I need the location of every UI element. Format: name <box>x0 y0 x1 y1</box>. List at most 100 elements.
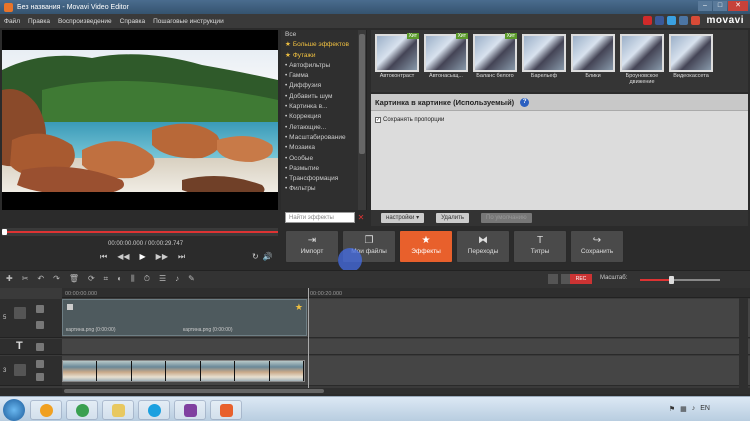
rotate-icon[interactable]: ⟳ <box>88 274 95 284</box>
facebook-icon[interactable] <box>654 16 664 25</box>
category-item[interactable]: • Летающие... <box>281 123 366 133</box>
menu-tutorials[interactable]: Пошаговые инструкции <box>153 18 224 25</box>
video-lane[interactable]: ★ картина.png (0:00:00) картина.png (0:0… <box>62 299 750 338</box>
progress-handle[interactable] <box>2 229 7 235</box>
taskbar-app[interactable] <box>210 400 242 420</box>
lock-icon[interactable] <box>36 305 44 313</box>
playback-progress[interactable] <box>2 228 278 236</box>
taskbar-app[interactable] <box>30 400 62 420</box>
close-button[interactable]: ✕ <box>728 1 748 11</box>
menu-file[interactable]: Файл <box>4 18 20 25</box>
category-item[interactable]: • Гамма <box>281 71 366 81</box>
crop-icon[interactable]: ⌗ <box>104 274 109 284</box>
checkbox-icon[interactable]: ✓ <box>375 117 381 123</box>
effect-thumb[interactable]: Хит Автоконтраст <box>375 33 422 90</box>
lock-icon[interactable] <box>36 360 44 368</box>
effect-thumb[interactable]: Барельеф <box>522 34 569 90</box>
step-forward-icon[interactable]: ▶▶ <box>156 252 168 262</box>
step-back-icon[interactable]: ◀◀ <box>117 252 129 262</box>
help-icon[interactable]: ? <box>520 97 530 107</box>
category-item[interactable]: • Мозаика <box>281 143 366 153</box>
visibility-icon[interactable] <box>36 373 44 381</box>
timeline-horizontal-scrollbar[interactable] <box>62 388 750 394</box>
maximize-button[interactable]: □ <box>713 1 727 11</box>
effect-thumb[interactable]: Видеокассета <box>669 34 716 90</box>
titles-button[interactable]: T Титры <box>513 230 567 263</box>
google-plus-icon[interactable] <box>690 16 700 25</box>
volume-icon[interactable]: 🔊 <box>263 252 273 261</box>
play-icon[interactable]: ▶ <box>140 252 146 262</box>
skip-forward-icon[interactable]: ⏭ <box>178 252 185 262</box>
delete-icon[interactable]: 🗑 <box>69 274 79 284</box>
category-item[interactable]: • Автофильтры <box>281 61 366 71</box>
category-item[interactable]: • Трансформация <box>281 174 366 184</box>
save-button[interactable]: ↪ Сохранить <box>570 230 624 263</box>
properties-icon[interactable]: ☰ <box>159 274 166 284</box>
effects-button[interactable]: ★ Эффекты <box>399 230 453 263</box>
menu-edit[interactable]: Правка <box>28 18 50 25</box>
effect-thumb[interactable]: Броуновское движение <box>620 34 667 90</box>
timeline-vertical-scrollbar[interactable] <box>739 298 748 388</box>
zoom-slider-handle[interactable] <box>669 276 674 284</box>
category-item[interactable]: • Диффузия <box>281 81 366 91</box>
category-item[interactable]: • Добавить шум <box>281 92 366 102</box>
redo-icon[interactable]: ↷ <box>53 274 60 284</box>
cut-icon[interactable]: ✂ <box>22 274 29 284</box>
category-item[interactable]: • Особые <box>281 154 366 164</box>
time-ruler[interactable]: 00:00:00.000 00:00:20.000 <box>62 288 750 298</box>
visibility-icon[interactable] <box>36 321 44 329</box>
category-item[interactable]: • Размытие <box>281 164 366 174</box>
minimize-button[interactable]: – <box>698 1 712 11</box>
titles-lane[interactable] <box>62 339 750 355</box>
view-button[interactable] <box>548 274 558 284</box>
overlay-clip[interactable]: ★ картина.png (0:00:00) картина.png (0:0… <box>62 299 307 336</box>
effect-thumb[interactable]: Блики <box>571 34 618 90</box>
color-icon[interactable]: ◐ <box>117 274 122 284</box>
effect-thumb[interactable]: Хит Баланс белого <box>473 33 520 90</box>
default-button[interactable]: По умолчанию <box>481 213 532 223</box>
taskbar-app[interactable] <box>174 400 206 420</box>
effect-thumb[interactable]: Хит Автонасыщ... <box>424 33 471 90</box>
vk-icon[interactable] <box>678 16 688 25</box>
transitions-button[interactable]: ⧓ Переходы <box>456 230 510 263</box>
scroll-thumb[interactable] <box>64 389 324 393</box>
delete-button[interactable]: Удалить <box>436 213 470 223</box>
youtube-icon[interactable] <box>642 16 652 25</box>
timeline-playhead[interactable] <box>308 288 309 388</box>
menu-playback[interactable]: Воспроизведение <box>58 18 112 25</box>
lock-icon[interactable] <box>36 343 44 351</box>
video-clip[interactable] <box>62 360 305 382</box>
split-icon[interactable]: ⫼ <box>131 274 135 284</box>
category-item[interactable]: • Масштабирование <box>281 133 366 143</box>
taskbar-app[interactable] <box>66 400 98 420</box>
add-icon[interactable]: ✚ <box>6 274 13 284</box>
effects-search-input[interactable]: Найти эффекты <box>285 212 355 223</box>
scroll-thumb[interactable] <box>359 34 365 154</box>
category-scrollbar[interactable] <box>358 30 366 210</box>
network-icon[interactable]: ▦ <box>680 405 687 413</box>
taskbar-app[interactable] <box>102 400 134 420</box>
import-button[interactable]: ⇥ Импорт <box>285 230 339 263</box>
clear-search-icon[interactable]: ✕ <box>356 212 366 223</box>
twitter-icon[interactable] <box>666 16 676 25</box>
category-item[interactable]: ★ Футажи <box>281 51 366 61</box>
undo-icon[interactable]: ↶ <box>37 274 44 284</box>
keep-proportions-checkbox[interactable]: ✓ Сохранять пропорции <box>375 117 744 123</box>
menu-help[interactable]: Справка <box>120 18 146 25</box>
category-item[interactable]: • Картинка в... <box>281 102 366 112</box>
edit-icon[interactable]: ✎ <box>188 274 195 284</box>
language-icon[interactable]: EN <box>700 405 710 413</box>
skip-back-icon[interactable]: ⏮ <box>100 252 107 262</box>
audio-icon[interactable]: ♪ <box>175 274 179 284</box>
category-item[interactable]: ★ Больше эффектов <box>281 40 366 50</box>
loop-icon[interactable]: ↻ <box>252 252 259 261</box>
record-button[interactable]: REC <box>570 274 592 284</box>
main-video-lane[interactable] <box>62 356 750 386</box>
category-item[interactable]: • Коррекция <box>281 112 366 122</box>
category-item[interactable]: • Фильтры <box>281 184 366 194</box>
speed-icon[interactable]: ⏱ <box>144 274 150 284</box>
settings-dropdown[interactable]: настройки ▾ <box>381 213 425 223</box>
start-button[interactable] <box>3 399 25 421</box>
flag-icon[interactable]: ⚑ <box>669 405 675 413</box>
category-item[interactable]: Все <box>281 30 366 40</box>
